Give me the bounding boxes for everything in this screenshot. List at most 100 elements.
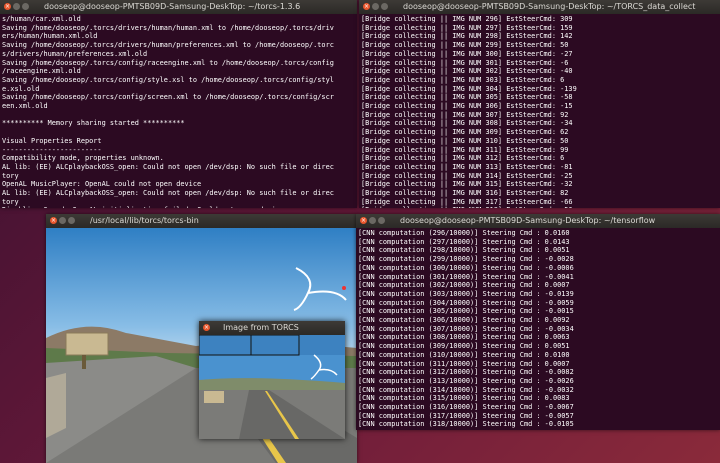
terminal-line: [CNN computation (302/10000)] Steering C…: [358, 281, 570, 290]
terminal-line: [CNN computation (301/10000)] Steering C…: [358, 272, 574, 281]
terminal-output[interactable]: [Bridge collecting || IMG NUM 296] EstSt…: [359, 14, 720, 208]
minimize-icon[interactable]: [59, 217, 66, 224]
terminal-line: s/human/car.xml.old: [2, 15, 81, 23]
close-icon[interactable]: ×: [50, 217, 57, 224]
terminal-line: [Bridge collecting || IMG NUM 306] EstSt…: [361, 102, 573, 111]
window-title: Image from TORCS: [223, 323, 299, 332]
scrollbar[interactable]: [716, 228, 720, 430]
data-collect-terminal-window[interactable]: × dooseop@dooseop-PMTSB09D-Samsung-DeskT…: [359, 0, 720, 208]
terminal-line: Saving /home/dooseop/.torcs/drivers/huma…: [2, 23, 334, 32]
terminal-line: Saving /home/dooseop/.torcs/drivers/huma…: [2, 41, 334, 50]
terminal-line: [CNN computation (299/10000)] Steering C…: [358, 255, 574, 264]
terminal-line: tory: [2, 171, 19, 180]
terminal-line: [CNN computation (318/10000)] Steering C…: [358, 420, 574, 429]
terminal-line: [CNN computation (317/10000)] Steering C…: [358, 411, 574, 420]
terminal-line: Saving /home/dooseop/.torcs/config/racee…: [2, 58, 334, 67]
terminal-output[interactable]: [CNN computation (296/10000)] Steering C…: [356, 228, 720, 430]
terminal-line: e.xsl.old: [2, 84, 40, 93]
terminal-line: [Bridge collecting || IMG NUM 317] EstSt…: [361, 197, 573, 206]
window-titlebar[interactable]: × Image from TORCS: [199, 321, 345, 335]
terminal-line: [Bridge collecting || IMG NUM 316] EstSt…: [361, 189, 569, 198]
maximize-icon[interactable]: [378, 217, 385, 224]
image-from-torcs-window[interactable]: × Image from TORCS: [199, 321, 345, 439]
terminal-line: [Bridge collecting || IMG NUM 300] EstSt…: [361, 49, 573, 58]
terminal-line: [CNN computation (296/10000)] Steering C…: [358, 229, 570, 237]
terminal-line: Compatibility mode, properties unknown.: [2, 154, 164, 163]
camera-frame: [199, 335, 345, 439]
terminal-line: [Bridge collecting || IMG NUM 318] EstSt…: [361, 206, 718, 208]
terminal-line: Saving /home/dooseop/.torcs/config/style…: [2, 75, 334, 84]
terminal-line: ers/human/human.xml.old: [2, 32, 98, 41]
window-titlebar[interactable]: × dooseop@dooseop-PMTSB09D-Samsung-DeskT…: [356, 214, 720, 228]
terminal-line: een.xml.old: [2, 102, 48, 111]
terminal-line: [Bridge collecting || IMG NUM 315] EstSt…: [361, 180, 573, 189]
terminal-line: [Bridge collecting || IMG NUM 299] EstSt…: [361, 41, 569, 50]
terminal-line: ********** Memory sharing started ******…: [2, 119, 185, 128]
terminal-line: s/drivers/human/preferences.xml.old: [2, 49, 148, 58]
terminal-line: [CNN computation (310/10000)] Steering C…: [358, 350, 570, 359]
terminal-line: [Bridge collecting || IMG NUM 310] EstSt…: [361, 136, 569, 145]
maximize-icon[interactable]: [381, 3, 388, 10]
window-titlebar[interactable]: × /usr/local/lib/torcs/torcs-bin: [46, 214, 357, 228]
terminal-line: [Bridge collecting || IMG NUM 301] EstSt…: [361, 58, 569, 67]
close-icon[interactable]: ×: [203, 324, 210, 331]
terminal-line: AL lib: (EE) ALCplaybackOSS_open: Could …: [2, 162, 334, 171]
window-titlebar[interactable]: × dooseop@dooseop-PMTSB09D-Samsung-DeskT…: [359, 0, 720, 14]
minimize-icon[interactable]: [13, 3, 20, 10]
terminal-line: [CNN computation (312/10000)] Steering C…: [358, 368, 574, 377]
terminal-line: [CNN computation (307/10000)] Steering C…: [358, 324, 574, 333]
close-icon[interactable]: ×: [363, 3, 370, 10]
terminal-line: [CNN computation (306/10000)] Steering C…: [358, 316, 570, 325]
maximize-icon[interactable]: [22, 3, 29, 10]
window-title: /usr/local/lib/torcs/torcs-bin: [90, 216, 199, 225]
terminal-line: [Bridge collecting || IMG NUM 304] EstSt…: [361, 84, 577, 93]
terminal-line: [CNN computation (300/10000)] Steering C…: [358, 263, 574, 272]
minimize-icon[interactable]: [372, 3, 379, 10]
maximize-icon[interactable]: [68, 217, 75, 224]
terminal-line: [Bridge collecting || IMG NUM 298] EstSt…: [361, 32, 573, 41]
terminal-line: [CNN computation (314/10000)] Steering C…: [358, 385, 574, 394]
terminal-line: [Bridge collecting || IMG NUM 307] EstSt…: [361, 110, 569, 119]
window-title: dooseop@dooseop-PMTSB09D-Samsung-DeskTop…: [403, 2, 696, 11]
terminal-line: [Bridge collecting || IMG NUM 309] EstSt…: [361, 128, 569, 137]
torcs-terminal-window[interactable]: × dooseop@dooseop-PMTSB09D-Samsung-DeskT…: [0, 0, 357, 208]
terminal-line: ------------------------: [2, 145, 102, 154]
close-icon[interactable]: ×: [4, 3, 11, 10]
terminal-line: [Bridge collecting || IMG NUM 313] EstSt…: [361, 162, 573, 171]
terminal-line: /raceengine.xml.old: [2, 67, 81, 76]
terminal-line: [CNN computation (303/10000)] Steering C…: [358, 289, 574, 298]
window-title: dooseop@dooseop-PMTSB09D-Samsung-DeskTop…: [400, 216, 656, 225]
terminal-line: [Bridge collecting || IMG NUM 302] EstSt…: [361, 67, 573, 76]
terminal-line: [Bridge collecting || IMG NUM 296] EstSt…: [361, 15, 573, 23]
terminal-line: [Bridge collecting || IMG NUM 311] EstSt…: [361, 145, 569, 154]
terminal-line: OpenAL MusicPlayer: OpenAL could not ope…: [2, 180, 202, 189]
tensorflow-terminal-window[interactable]: × dooseop@dooseop-PMTSB09D-Samsung-DeskT…: [356, 214, 720, 430]
terminal-line: [CNN computation (311/10000)] Steering C…: [358, 359, 570, 368]
scrollbar[interactable]: [716, 14, 720, 208]
terminal-line: Visual Properties Report: [2, 136, 102, 145]
terminal-line: tory: [2, 197, 19, 206]
window-titlebar[interactable]: × dooseop@dooseop-PMTSB09D-Samsung-DeskT…: [0, 0, 357, 14]
terminal-line: [CNN computation (316/10000)] Steering C…: [358, 403, 574, 412]
terminal-line: Saving /home/dooseop/.torcs/config/scree…: [2, 93, 334, 102]
terminal-line: Disabling Sound: OpenAL initialisation f…: [2, 206, 355, 208]
terminal-line: AL lib: (EE) ALCplaybackOSS_open: Could …: [2, 189, 334, 198]
terminal-line: [CNN computation (308/10000)] Steering C…: [358, 333, 570, 342]
terminal-output[interactable]: s/human/car.xml.old Saving /home/dooseop/…: [0, 14, 357, 208]
terminal-line: [CNN computation (297/10000)] Steering C…: [358, 237, 570, 246]
close-icon[interactable]: ×: [360, 217, 367, 224]
terminal-line: [CNN computation (298/10000)] Steering C…: [358, 246, 570, 255]
terminal-line: [CNN computation (313/10000)] Steering C…: [358, 376, 574, 385]
terminal-line: [Bridge collecting || IMG NUM 297] EstSt…: [361, 23, 573, 32]
terminal-line: [Bridge collecting || IMG NUM 314] EstSt…: [361, 171, 573, 180]
terminal-line: [CNN computation (305/10000)] Steering C…: [358, 307, 574, 316]
terminal-line: [Bridge collecting || IMG NUM 303] EstSt…: [361, 75, 565, 84]
window-title: dooseop@dooseop-PMTSB09D-Samsung-DeskTop…: [44, 2, 301, 11]
terminal-line: [CNN computation (304/10000)] Steering C…: [358, 298, 574, 307]
terminal-line: [CNN computation (315/10000)] Steering C…: [358, 394, 570, 403]
minimize-icon[interactable]: [369, 217, 376, 224]
terminal-line: [Bridge collecting || IMG NUM 305] EstSt…: [361, 93, 573, 102]
terminal-line: [CNN computation (309/10000)] Steering C…: [358, 342, 570, 351]
